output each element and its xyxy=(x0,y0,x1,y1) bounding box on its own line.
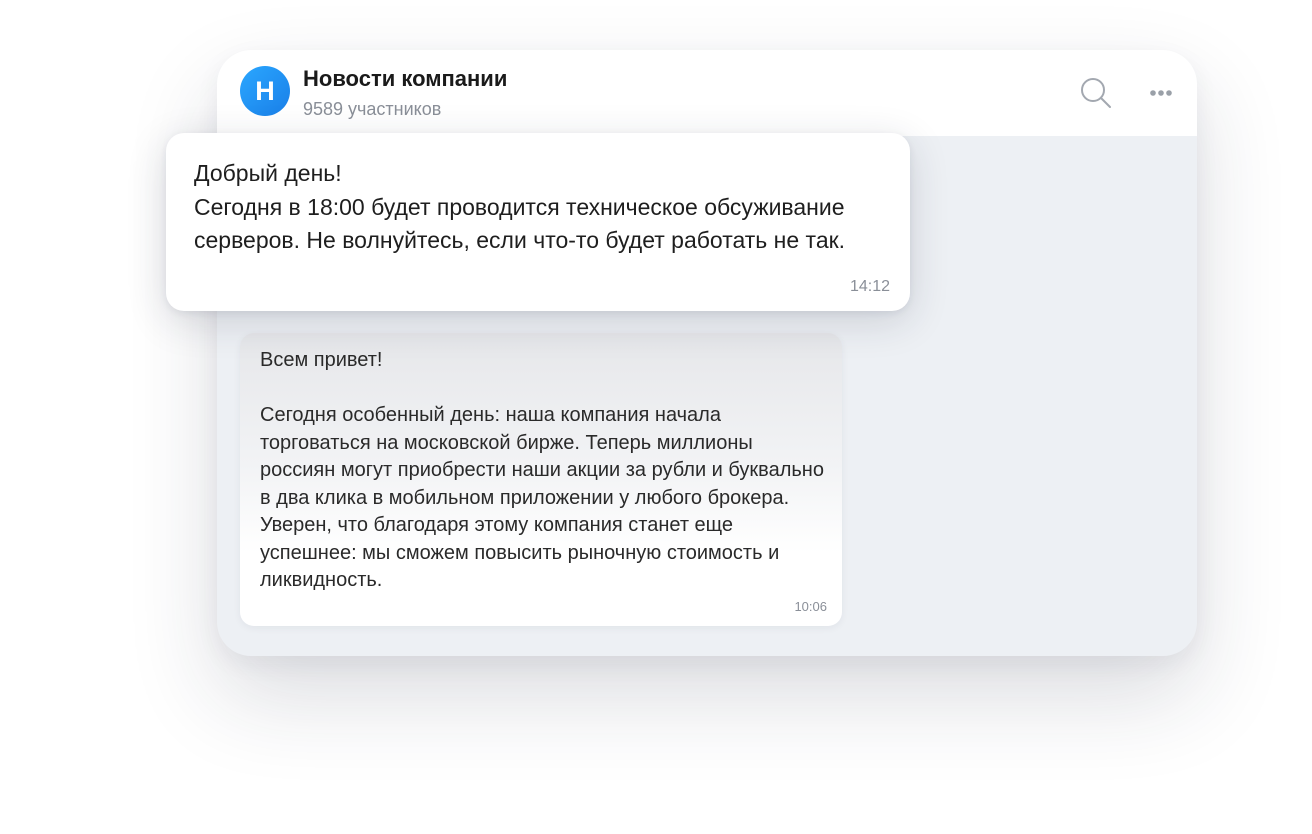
search-icon xyxy=(1081,78,1111,108)
message-text: Добрый день! Сегодня в 18:00 будет прово… xyxy=(194,160,846,253)
stage: Н Новости компании 9589 участников Всем … xyxy=(0,0,1312,834)
highlighted-message-bubble[interactable]: Добрый день! Сегодня в 18:00 будет прово… xyxy=(166,133,910,311)
search-button[interactable] xyxy=(1079,76,1113,110)
more-dots-icon xyxy=(1150,90,1172,96)
chat-title[interactable]: Новости компании xyxy=(303,66,507,92)
message-time: 14:12 xyxy=(849,278,890,295)
message-bubble[interactable]: Всем привет! Сегодня особенный день: наш… xyxy=(240,333,842,626)
chat-header: Н Новости компании 9589 участников xyxy=(217,50,1197,136)
message-text: Всем привет! Сегодня особенный день: наш… xyxy=(260,349,824,591)
chat-avatar[interactable]: Н xyxy=(240,66,290,116)
more-button[interactable] xyxy=(1145,82,1179,104)
members-count: 9589 участников xyxy=(303,99,442,119)
message-time: 10:06 xyxy=(794,599,827,614)
